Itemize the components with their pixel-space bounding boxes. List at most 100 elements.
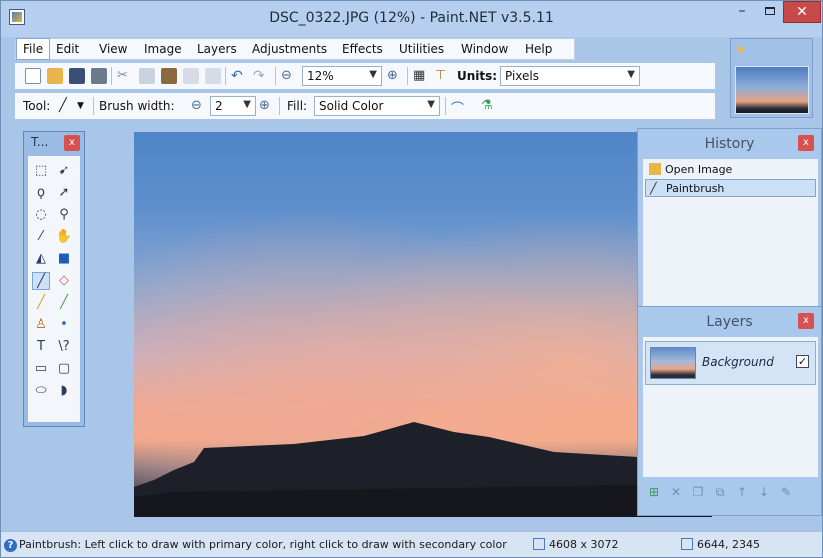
move-layer-down-icon[interactable]: ↓ (756, 485, 772, 501)
grid-icon[interactable]: ▦ (413, 68, 429, 84)
menu-utilities[interactable]: Utilities (399, 42, 444, 56)
layer-thumbnail (650, 347, 696, 379)
undo-icon[interactable]: ↶ (231, 68, 247, 84)
cut-icon[interactable]: ✂ (117, 68, 133, 84)
clone-stamp-icon[interactable]: ♙ (32, 316, 50, 334)
zoom-out-icon[interactable]: ⊖ (281, 68, 297, 84)
image-canvas[interactable] (134, 132, 712, 517)
menu-adjustments[interactable]: Adjustments (252, 42, 327, 56)
menu-window[interactable]: Window (461, 42, 508, 56)
new-image-icon[interactable] (25, 68, 41, 84)
maximize-icon (765, 7, 775, 15)
lasso-select-icon[interactable]: ϙ (32, 184, 50, 202)
minimize-button[interactable]: – (728, 1, 756, 23)
chevron-down-icon: ▼ (369, 69, 377, 80)
copy-icon[interactable] (139, 68, 155, 84)
layer-visibility-checkbox[interactable]: ✓ (796, 355, 809, 368)
menu-image[interactable]: Image (144, 42, 182, 56)
eraser-icon[interactable]: ◇ (55, 272, 73, 290)
move-selection-icon[interactable]: ➹ (55, 162, 73, 180)
layers-panel-close-button[interactable]: x (798, 313, 814, 329)
save-icon[interactable] (69, 68, 85, 84)
paint-bucket-icon[interactable]: ◭ (32, 250, 50, 268)
menu-effects[interactable]: Effects (342, 42, 383, 56)
freeform-shape-icon[interactable]: ◗ (55, 382, 73, 400)
layers-panel: Layers x Background ✓ ⊞ ✕ ❐ ⧉ ↑ ↓ ✎ (637, 306, 822, 516)
chevron-down-icon: ▼ (627, 69, 635, 80)
antialiasing-icon[interactable]: ⌒ (451, 98, 467, 117)
add-layer-icon[interactable]: ⊞ (646, 485, 662, 501)
redo-icon[interactable]: ↷ (253, 68, 269, 84)
status-message: Paintbrush: Left click to draw with prim… (19, 538, 507, 551)
maximize-button[interactable] (756, 1, 784, 23)
close-button[interactable]: ✕ (783, 1, 821, 23)
layer-row-background[interactable]: Background ✓ (645, 341, 816, 385)
history-panel-close-button[interactable]: x (798, 135, 814, 151)
move-selected-icon[interactable]: ➚ (55, 184, 73, 202)
rectangle-icon[interactable]: ▭ (32, 360, 50, 378)
history-list: Open Image ╱ Paintbrush (643, 159, 818, 307)
crop-icon[interactable] (183, 68, 199, 84)
window-title: DSC_0322.JPG (12%) - Paint.NET v3.5.11 (269, 10, 554, 26)
merge-layer-icon[interactable]: ⧉ (712, 485, 728, 501)
rectangle-select-icon[interactable]: ⬚ (32, 162, 50, 180)
cursor-position-icon (681, 538, 693, 550)
history-item-paintbrush[interactable]: ╱ Paintbrush (645, 179, 816, 197)
ellipse-icon[interactable]: ⬭ (32, 382, 50, 400)
layer-name: Background (702, 355, 774, 369)
brush-width-label: Brush width: (99, 99, 175, 113)
text-icon[interactable]: T (32, 338, 50, 356)
delete-layer-icon[interactable]: ✕ (668, 485, 684, 501)
fill-combo[interactable]: Solid Color ▼ (314, 96, 440, 116)
image-thumbnail[interactable] (735, 66, 809, 114)
menu-layers[interactable]: Layers (197, 42, 237, 56)
units-combo[interactable]: Pixels ▼ (500, 66, 640, 86)
brush-width-combo[interactable]: 2 ▼ (210, 96, 256, 116)
ruler-icon[interactable]: ⊤ (435, 68, 451, 84)
zoom-in-icon[interactable]: ⊕ (387, 68, 403, 84)
toolbar-separator (225, 67, 226, 85)
star-icon: ✱ (737, 45, 746, 56)
toolbar-separator (93, 97, 94, 115)
fill-label: Fill: (287, 99, 308, 113)
cursor-position: 6644, 2345 (697, 538, 760, 551)
history-item-label: Paintbrush (666, 182, 725, 195)
chevron-down-icon: ▼ (243, 99, 251, 110)
increase-width-icon[interactable]: ⊕ (259, 98, 275, 114)
main-toolbar: ✂ ↶ ↷ ⊖ 12% ▼ ⊕ ▦ ⊤ Units: Pixels ▼ (15, 63, 715, 89)
chevron-down-icon[interactable]: ▼ (77, 101, 84, 111)
menu-help[interactable]: Help (525, 42, 552, 56)
rounded-rectangle-icon[interactable]: ▢ (55, 360, 73, 378)
recolor-icon[interactable]: • (55, 316, 73, 334)
menu-view[interactable]: View (99, 42, 127, 56)
zoom-icon[interactable]: ⚲ (55, 206, 73, 224)
duplicate-layer-icon[interactable]: ❐ (690, 485, 706, 501)
layer-properties-icon[interactable]: ✎ (778, 485, 794, 501)
line-curve-icon[interactable]: \? (55, 338, 73, 356)
history-item-open-image[interactable]: Open Image (645, 161, 816, 179)
paste-icon[interactable] (161, 68, 177, 84)
print-icon[interactable] (91, 68, 107, 84)
magic-wand-icon[interactable]: ⁄ (32, 228, 50, 246)
menu-edit[interactable]: Edit (56, 42, 79, 56)
move-layer-up-icon[interactable]: ↑ (734, 485, 750, 501)
gradient-icon[interactable]: ■ (55, 250, 73, 268)
paintbrush-tool-icon[interactable]: ╱ (32, 272, 50, 290)
deselect-icon[interactable] (205, 68, 221, 84)
color-picker-icon[interactable]: ╱ (55, 294, 73, 312)
rooftop-silhouette (134, 422, 712, 517)
pencil-icon[interactable]: ╱ (32, 294, 50, 312)
tools-panel-close-button[interactable]: x (64, 135, 80, 151)
paint-net-window: DSC_0322.JPG (12%) - Paint.NET v3.5.11 –… (0, 0, 823, 558)
title-bar: DSC_0322.JPG (12%) - Paint.NET v3.5.11 –… (1, 1, 822, 37)
open-folder-icon[interactable] (47, 68, 63, 84)
ellipse-select-icon[interactable]: ◌ (32, 206, 50, 224)
menu-file[interactable]: File (16, 38, 51, 60)
paintbrush-icon[interactable]: ╱ (59, 98, 75, 114)
zoom-combo[interactable]: 12% ▼ (302, 66, 382, 86)
pan-icon[interactable]: ✋ (55, 228, 73, 246)
decrease-width-icon[interactable]: ⊖ (191, 98, 207, 114)
units-label: Units: (457, 69, 498, 83)
fill-value: Solid Color (319, 99, 384, 113)
blend-mode-icon[interactable]: ⚗ (481, 98, 497, 114)
